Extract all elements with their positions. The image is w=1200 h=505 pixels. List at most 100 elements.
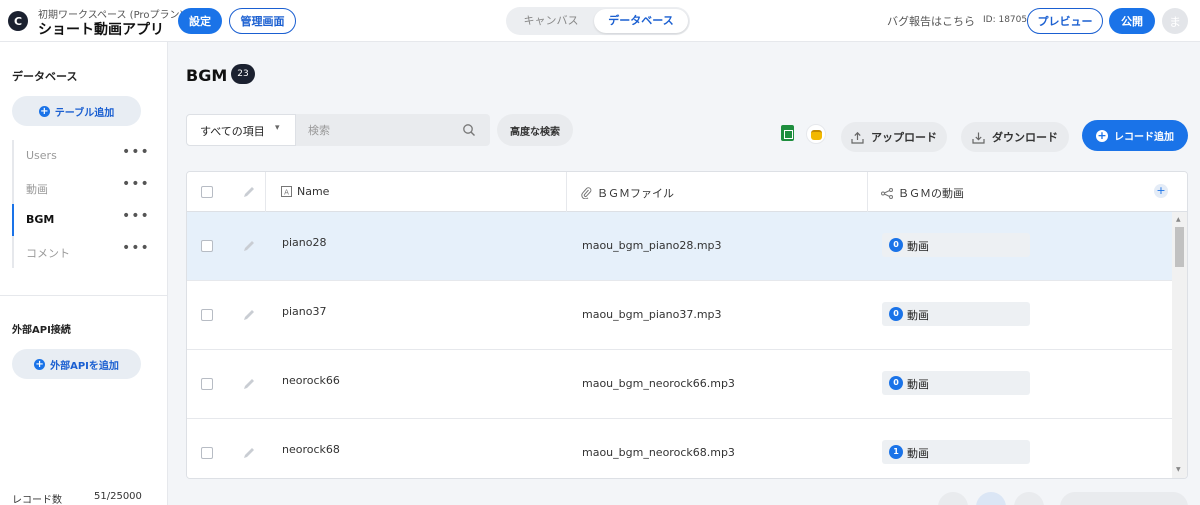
cell-bgm-videos[interactable]: 1 動画: [882, 440, 1030, 464]
scroll-down-icon[interactable]: ▼: [1176, 466, 1181, 473]
sidebar-item-label: BGM: [26, 213, 55, 226]
svg-text:A: A: [284, 189, 289, 197]
database-import-icon[interactable]: [806, 124, 826, 144]
sidebar: データベース + テーブル追加 Users ••• 動画 ••• BGM •••…: [0, 42, 168, 505]
database-section-title: データベース: [12, 70, 78, 83]
add-external-api-label: 外部APIを追加: [50, 360, 119, 372]
more-options-icon[interactable]: •••: [122, 208, 150, 224]
cell-bgm-file[interactable]: maou_bgm_piano37.mp3: [582, 308, 722, 321]
bug-report-link[interactable]: バグ報告はこちら: [887, 13, 975, 29]
column-header-label: ＢＧＭファイル: [597, 187, 674, 200]
user-avatar[interactable]: ま: [1162, 8, 1188, 34]
pagination-current-page[interactable]: [976, 492, 1006, 505]
add-table-button[interactable]: + テーブル追加: [12, 96, 141, 126]
sidebar-item-videos[interactable]: 動画 •••: [14, 172, 154, 204]
settings-button[interactable]: 設定: [178, 8, 222, 34]
table-row[interactable]: piano28 maou_bgm_piano28.mp3 0 動画: [187, 212, 1172, 281]
plus-icon: +: [38, 105, 50, 117]
edit-pencil-icon[interactable]: [242, 308, 256, 322]
app-logo-icon[interactable]: C: [8, 11, 28, 31]
relation-count-badge: 0: [889, 307, 903, 321]
scroll-up-icon[interactable]: ▲: [1176, 216, 1181, 223]
search-input[interactable]: [296, 114, 456, 146]
cell-bgm-file[interactable]: maou_bgm_neorock66.mp3: [582, 377, 735, 390]
relation-count-badge: 1: [889, 445, 903, 459]
column-header-label: Name: [297, 185, 330, 198]
plus-icon: +: [34, 358, 46, 370]
publish-button[interactable]: 公開: [1109, 8, 1155, 34]
scrollbar-thumb[interactable]: [1175, 227, 1184, 267]
relation-label: 動画: [907, 447, 929, 460]
table-scrollbar[interactable]: ▲ ▼: [1172, 212, 1187, 478]
pagination-prev-button[interactable]: [938, 492, 968, 505]
sidebar-item-label: Users: [26, 149, 57, 162]
app-name[interactable]: ショート動画アプリ: [38, 19, 164, 39]
cell-bgm-videos[interactable]: 0 動画: [882, 371, 1030, 395]
cell-bgm-videos[interactable]: 0 動画: [882, 302, 1030, 326]
record-count-label: レコード数: [12, 495, 62, 505]
edit-pencil-icon[interactable]: [242, 239, 256, 253]
page-size-select[interactable]: [1060, 492, 1188, 505]
add-external-api-button[interactable]: + 外部APIを追加: [12, 349, 141, 379]
table-row[interactable]: piano37 maou_bgm_piano37.mp3 0 動画: [187, 281, 1172, 350]
cell-bgm-file[interactable]: maou_bgm_piano28.mp3: [582, 239, 722, 252]
more-options-icon[interactable]: •••: [122, 176, 150, 192]
add-record-label: レコード追加: [1114, 132, 1174, 143]
table-row[interactable]: neorock68 maou_bgm_neorock68.mp3 1 動画: [187, 419, 1172, 478]
row-checkbox[interactable]: [201, 240, 213, 252]
cell-name[interactable]: piano28: [282, 236, 326, 249]
download-icon: [972, 132, 985, 144]
pagination-next-button[interactable]: [1014, 492, 1044, 505]
upload-icon: [851, 131, 864, 144]
column-header-name[interactable]: A Name: [281, 185, 329, 198]
relation-label: 動画: [907, 378, 929, 391]
edit-pencil-icon[interactable]: [242, 446, 256, 460]
field-filter-select[interactable]: すべての項目 ▾: [186, 114, 296, 146]
field-filter-label: すべての項目: [200, 125, 265, 138]
advanced-search-button[interactable]: 高度な検索: [497, 114, 573, 146]
sidebar-divider: [0, 295, 167, 296]
upload-button[interactable]: アップロード: [841, 122, 947, 152]
cell-bgm-file[interactable]: maou_bgm_neorock68.mp3: [582, 446, 735, 459]
tab-database[interactable]: データベース: [594, 9, 688, 33]
cell-name[interactable]: neorock66: [282, 374, 340, 387]
text-field-icon: A: [281, 186, 292, 197]
relation-count-badge: 0: [889, 238, 903, 252]
download-label: ダウンロード: [992, 131, 1058, 144]
relation-count-badge: 0: [889, 376, 903, 390]
mode-toggle: キャンバス データベース: [506, 7, 690, 35]
select-all-checkbox[interactable]: [201, 186, 213, 198]
page-title: BGM: [186, 66, 228, 85]
row-checkbox[interactable]: [201, 378, 213, 390]
table-row[interactable]: neorock66 maou_bgm_neorock66.mp3 0 動画: [187, 350, 1172, 419]
preview-button[interactable]: プレビュー: [1027, 8, 1103, 34]
row-checkbox[interactable]: [201, 309, 213, 321]
column-header-bgm-file[interactable]: ＢＧＭファイル: [581, 185, 674, 201]
cell-name[interactable]: piano37: [282, 305, 326, 318]
record-count-value: 51/25000: [94, 491, 142, 502]
more-options-icon[interactable]: •••: [122, 144, 150, 160]
sidebar-item-label: 動画: [26, 183, 48, 196]
download-button[interactable]: ダウンロード: [961, 122, 1069, 152]
search-icon[interactable]: [462, 123, 476, 137]
add-column-icon[interactable]: +: [1154, 184, 1168, 198]
edit-pencil-icon[interactable]: [242, 377, 256, 391]
record-count-badge: 23: [231, 64, 255, 84]
add-table-label: テーブル追加: [54, 107, 115, 119]
add-record-button[interactable]: + レコード追加: [1082, 120, 1188, 151]
relation-label: 動画: [907, 240, 929, 253]
sidebar-item-users[interactable]: Users •••: [14, 140, 154, 172]
plus-icon: +: [1096, 128, 1108, 142]
google-sheets-icon[interactable]: [781, 125, 794, 141]
chevron-down-icon: ▾: [275, 123, 280, 133]
sidebar-item-bgm[interactable]: BGM •••: [12, 204, 152, 236]
row-checkbox[interactable]: [201, 447, 213, 459]
admin-panel-button[interactable]: 管理画面: [229, 8, 296, 34]
cell-name[interactable]: neorock68: [282, 443, 340, 456]
column-header-bgm-videos[interactable]: ＢＧＭの動画: [881, 185, 964, 201]
tab-canvas[interactable]: キャンバス: [508, 9, 594, 33]
sidebar-item-comments[interactable]: コメント •••: [14, 236, 154, 268]
external-api-section-title: 外部API接続: [12, 325, 71, 336]
more-options-icon[interactable]: •••: [122, 240, 150, 256]
cell-bgm-videos[interactable]: 0 動画: [882, 233, 1030, 257]
